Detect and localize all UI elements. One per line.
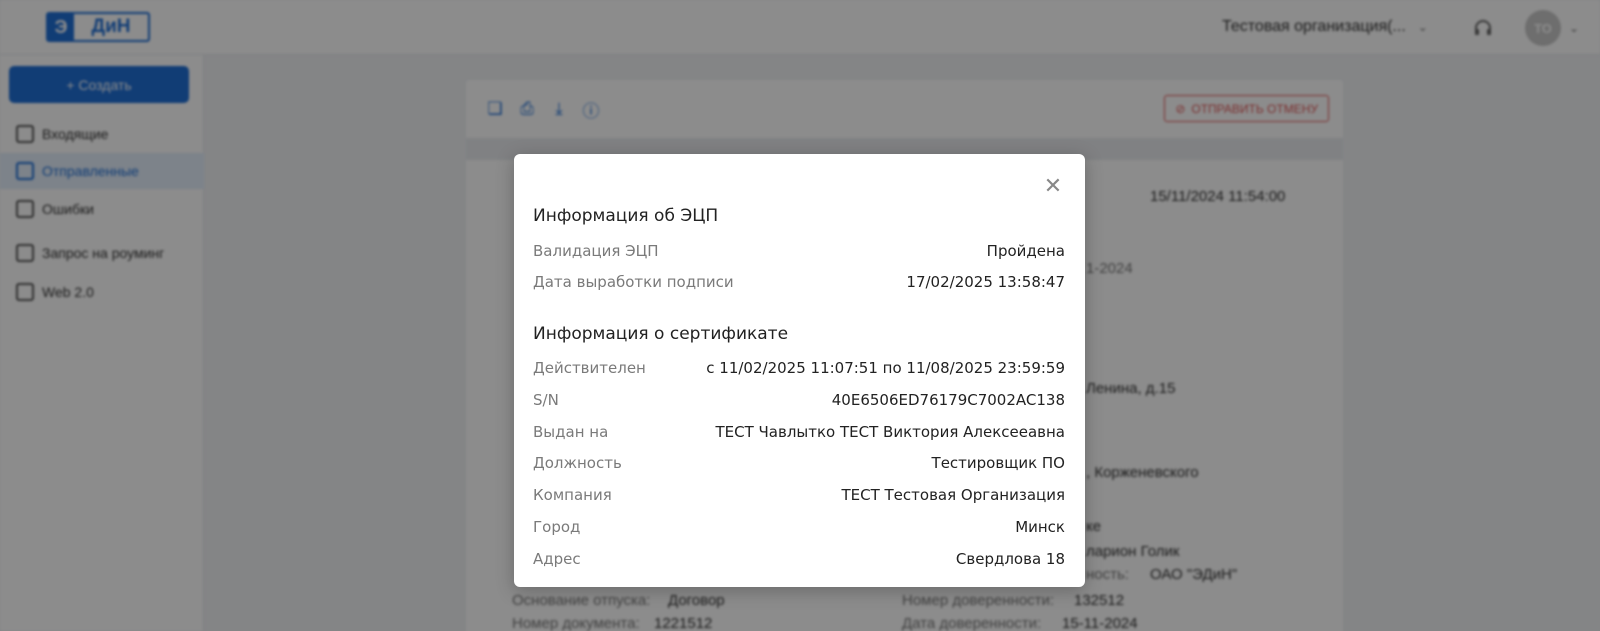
row-label: Должность — [533, 454, 622, 472]
row-value: Пройдена — [986, 242, 1065, 260]
row-label: Выдан на — [533, 423, 609, 441]
row-label: Действителен — [533, 359, 646, 377]
row-value: с 11/02/2025 11:07:51 по 11/08/2025 23:5… — [706, 359, 1065, 377]
row-value: Свердлова 18 — [955, 550, 1065, 568]
row-label: S/N — [533, 391, 559, 409]
certificate-row: Действителен с 11/02/2025 11:07:51 по 11… — [533, 357, 1065, 379]
signature-row: Валидация ЭЦП Пройдена — [533, 240, 1065, 262]
signature-info-dialog: ✕ Информация об ЭЦП Валидация ЭЦП Пройде… — [514, 154, 1085, 587]
certificate-row: Адрес Свердлова 18 — [533, 548, 1065, 570]
row-label: Дата выработки подписи — [533, 273, 734, 291]
row-label: Адрес — [533, 550, 581, 568]
row-label: Город — [533, 518, 581, 536]
row-value: ТЕСТ Тестовая Организация — [841, 486, 1065, 504]
row-label: Валидация ЭЦП — [533, 242, 659, 260]
certificate-row: Должность Тестировщик ПО — [533, 452, 1065, 474]
row-value: 17/02/2025 13:58:47 — [906, 273, 1065, 291]
signature-row: Дата выработки подписи 17/02/2025 13:58:… — [533, 271, 1065, 293]
certificate-row: Выдан на ТЕСТ Чавлытко ТЕСТ Виктория Але… — [533, 421, 1065, 443]
row-value: ТЕСТ Чавлытко ТЕСТ Виктория Алексееавна — [715, 423, 1065, 441]
close-icon[interactable]: ✕ — [1040, 174, 1066, 200]
row-value: 40E6506ED76179C7002AC138 — [831, 391, 1065, 409]
row-value: Тестировщик ПО — [931, 454, 1065, 472]
row-label: Компания — [533, 486, 612, 504]
certificate-section-title: Информация о сертификате — [533, 324, 789, 344]
row-value: Минск — [1015, 518, 1065, 536]
certificate-row: Город Минск — [533, 516, 1065, 538]
certificate-row: Компания ТЕСТ Тестовая Организация — [533, 484, 1065, 506]
certificate-row: S/N 40E6506ED76179C7002AC138 — [533, 389, 1065, 411]
signature-section-title: Информация об ЭЦП — [533, 206, 719, 226]
